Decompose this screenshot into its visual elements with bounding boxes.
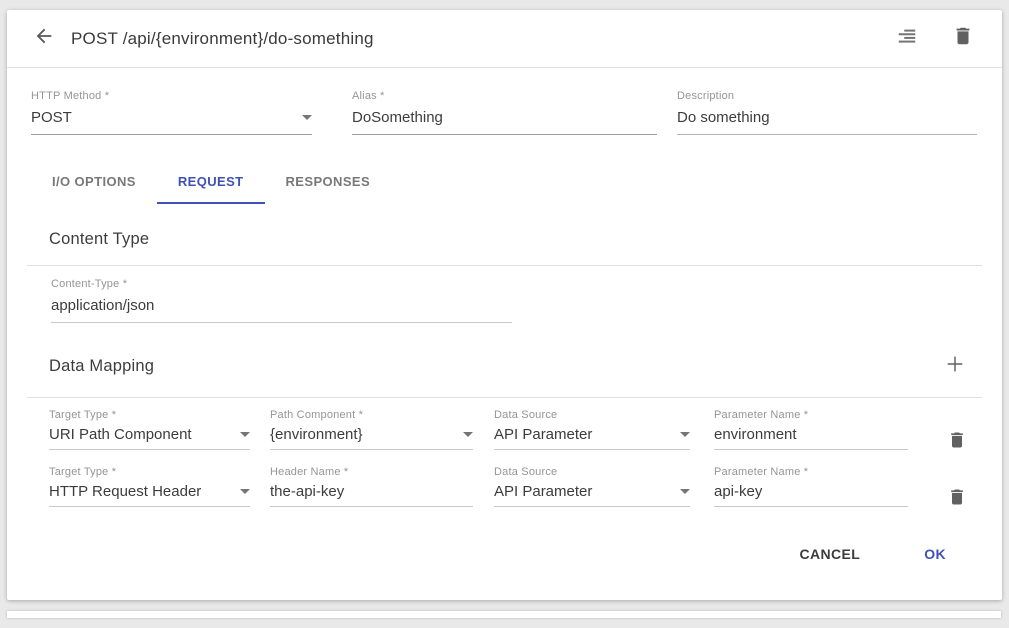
data-source-label: Data Source bbox=[494, 409, 690, 421]
trash-icon bbox=[947, 430, 967, 455]
cancel-button[interactable]: CANCEL bbox=[787, 538, 872, 570]
delete-mapping-button[interactable] bbox=[944, 486, 970, 512]
data-mapping-section-heading: Data Mapping bbox=[49, 357, 154, 376]
data-mapping-section-header: Data Mapping bbox=[49, 353, 968, 379]
content-type-section-heading: Content Type bbox=[49, 230, 978, 249]
align-right-lines-button[interactable] bbox=[894, 26, 920, 52]
target-type-select[interactable]: Target Type * HTTP Request Header bbox=[49, 466, 250, 507]
caret-down-icon bbox=[680, 432, 690, 437]
trash-icon bbox=[952, 25, 974, 52]
alias-label: Alias * bbox=[352, 90, 657, 102]
footer-actions: CANCEL OK bbox=[7, 538, 1002, 570]
tab-responses[interactable]: RESPONSES bbox=[265, 160, 392, 204]
http-method-select[interactable]: HTTP Method * POST bbox=[31, 90, 312, 135]
endpoint-editor-card: POST /api/{environment}/do-something bbox=[7, 10, 1002, 600]
http-method-value: POST bbox=[31, 109, 294, 126]
top-fields-row: HTTP Method * POST Alias * Description bbox=[7, 68, 1002, 135]
target-type-label: Target Type * bbox=[49, 409, 250, 421]
header-actions bbox=[894, 26, 976, 52]
arrow-left-icon bbox=[33, 25, 55, 52]
content-type-field: Content-Type * bbox=[51, 278, 512, 323]
data-source-select[interactable]: Data Source API Parameter bbox=[494, 466, 690, 507]
delete-endpoint-button[interactable] bbox=[950, 26, 976, 52]
http-method-label: HTTP Method * bbox=[31, 90, 312, 102]
header-name-label: Header Name * bbox=[270, 466, 473, 478]
data-source-value: API Parameter bbox=[494, 483, 672, 500]
header-name-field: Header Name * bbox=[270, 466, 473, 507]
target-type-label: Target Type * bbox=[49, 466, 250, 478]
alias-field: Alias * bbox=[352, 90, 657, 135]
mapping-row: Target Type * URI Path Component Path Co… bbox=[7, 398, 1002, 455]
card-header: POST /api/{environment}/do-something bbox=[7, 10, 1002, 68]
parameter-name-input[interactable] bbox=[714, 483, 908, 500]
next-card-edge bbox=[7, 611, 1001, 618]
tab-request[interactable]: REQUEST bbox=[157, 160, 265, 204]
path-component-value: {environment} bbox=[270, 426, 455, 443]
description-input[interactable] bbox=[677, 109, 977, 126]
caret-down-icon bbox=[240, 489, 250, 494]
caret-down-icon bbox=[463, 432, 473, 437]
path-component-label: Path Component * bbox=[270, 409, 473, 421]
section-divider bbox=[27, 265, 982, 266]
ok-button[interactable]: OK bbox=[912, 538, 958, 570]
target-type-select[interactable]: Target Type * URI Path Component bbox=[49, 409, 250, 450]
parameter-name-field: Parameter Name * bbox=[714, 409, 908, 450]
target-type-value: HTTP Request Header bbox=[49, 483, 232, 500]
mapping-row: Target Type * HTTP Request Header Header… bbox=[7, 455, 1002, 512]
add-mapping-button[interactable] bbox=[942, 353, 968, 379]
tab-io-options[interactable]: I/O OPTIONS bbox=[31, 160, 157, 204]
trash-icon bbox=[947, 487, 967, 512]
target-type-value: URI Path Component bbox=[49, 426, 232, 443]
content-type-input[interactable] bbox=[51, 297, 512, 314]
data-source-label: Data Source bbox=[494, 466, 690, 478]
description-label: Description bbox=[677, 90, 977, 102]
back-button[interactable] bbox=[31, 26, 57, 52]
parameter-name-input[interactable] bbox=[714, 426, 908, 443]
alias-input[interactable] bbox=[352, 109, 657, 126]
caret-down-icon bbox=[680, 489, 690, 494]
content-type-label: Content-Type * bbox=[51, 278, 512, 290]
align-right-lines-icon bbox=[896, 25, 918, 52]
header-name-input[interactable] bbox=[270, 483, 473, 500]
page-title: POST /api/{environment}/do-something bbox=[71, 29, 374, 49]
data-source-value: API Parameter bbox=[494, 426, 672, 443]
parameter-name-label: Parameter Name * bbox=[714, 466, 908, 478]
path-component-select[interactable]: Path Component * {environment} bbox=[270, 409, 473, 450]
caret-down-icon bbox=[240, 432, 250, 437]
description-field: Description bbox=[677, 90, 977, 135]
parameter-name-label: Parameter Name * bbox=[714, 409, 908, 421]
data-source-select[interactable]: Data Source API Parameter bbox=[494, 409, 690, 450]
delete-mapping-button[interactable] bbox=[944, 429, 970, 455]
tab-bar: I/O OPTIONS REQUEST RESPONSES bbox=[7, 160, 1002, 204]
plus-icon bbox=[944, 353, 966, 380]
parameter-name-field: Parameter Name * bbox=[714, 466, 908, 507]
caret-down-icon bbox=[302, 115, 312, 120]
